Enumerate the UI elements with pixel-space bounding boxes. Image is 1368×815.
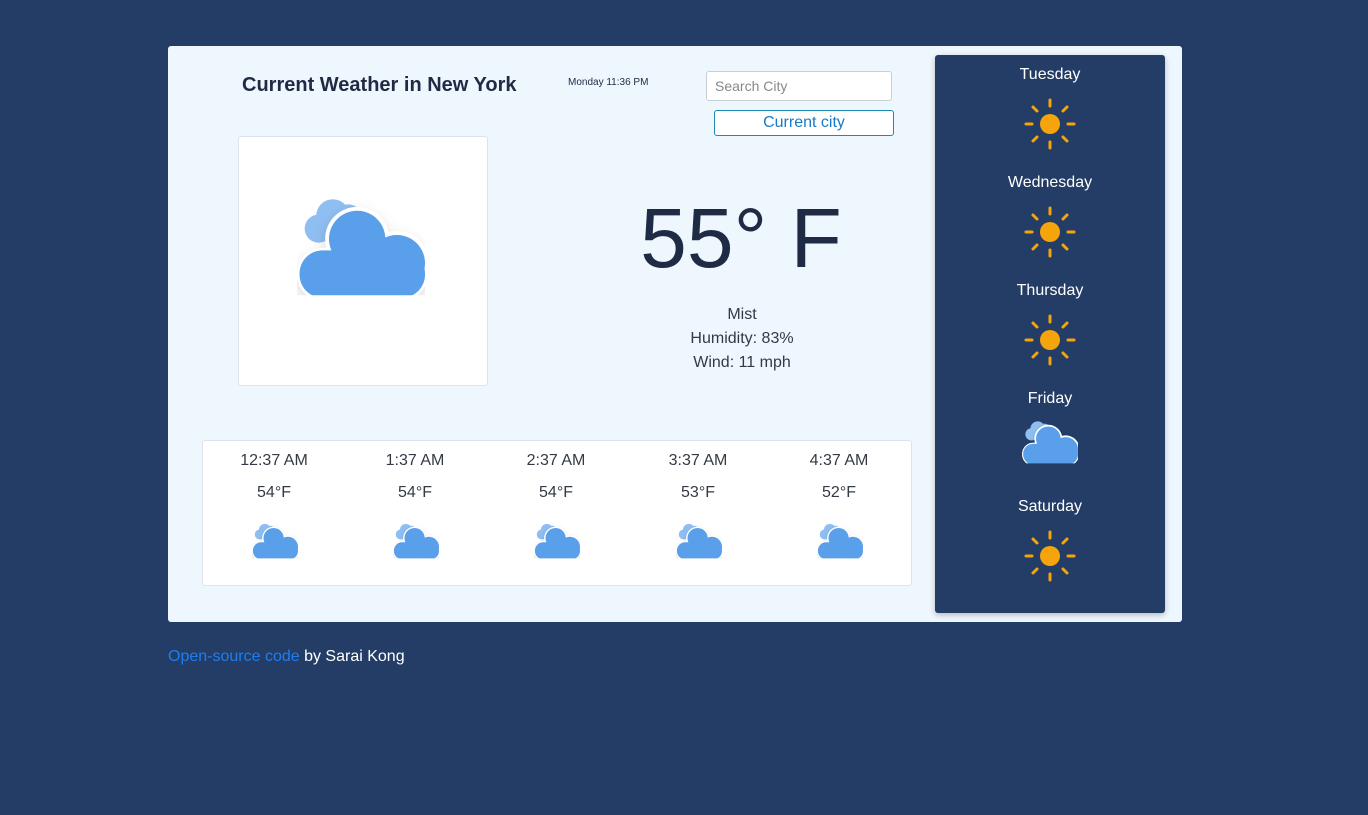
hourly-temp: 54°F <box>257 484 291 501</box>
forecast-day-name: Thursday <box>1016 282 1084 299</box>
forecast-day: Tuesday <box>935 55 1165 155</box>
hourly-time: 2:37 AM <box>526 452 586 469</box>
weather-description: Mist <box>727 306 757 323</box>
sun-icon <box>1024 98 1076 150</box>
hourly-temp: 54°F <box>398 484 432 501</box>
footer-author-text: by Sarai Kong <box>299 648 405 665</box>
current-datetime: Monday 11:36 PM <box>568 77 649 88</box>
partly-cloudy-icon <box>252 521 298 559</box>
footer: Open-source code by Sarai Kong <box>168 648 405 666</box>
page-title: Current Weather in New York <box>242 74 517 96</box>
humidity-text: Humidity: 83% <box>690 330 794 347</box>
forecast-day-name: Tuesday <box>1019 66 1081 83</box>
partly-cloudy-icon <box>534 521 580 559</box>
partly-cloudy-icon <box>817 521 863 559</box>
current-city-button[interactable]: Current city <box>714 110 894 136</box>
current-weather-icon-box <box>238 136 488 386</box>
partly-cloudy-icon <box>676 521 722 559</box>
hourly-time: 12:37 AM <box>240 452 308 469</box>
hourly-item: 2:37 AM 54°F <box>496 441 616 585</box>
sun-icon <box>1024 530 1076 582</box>
hourly-time: 4:37 AM <box>809 452 869 469</box>
hourly-time: 3:37 AM <box>668 452 728 469</box>
hourly-item: 1:37 AM 54°F <box>355 441 475 585</box>
sun-icon <box>1024 314 1076 366</box>
wind-text: Wind: 11 mph <box>693 354 791 371</box>
hourly-temp: 52°F <box>822 484 856 501</box>
hourly-forecast: 12:37 AM 54°F 1:37 AM 54°F 2:37 AM 54°F … <box>202 440 912 586</box>
sun-icon <box>1024 206 1076 258</box>
forecast-day: Wednesday <box>935 163 1165 263</box>
partly-cloudy-icon <box>297 189 425 299</box>
partly-cloudy-icon <box>1022 418 1078 464</box>
search-city-input[interactable] <box>706 71 892 101</box>
weather-card: Current Weather in New York Monday 11:36… <box>168 46 1182 622</box>
hourly-time: 1:37 AM <box>385 452 445 469</box>
current-temperature: 55° F <box>640 191 842 285</box>
hourly-temp: 53°F <box>681 484 715 501</box>
hourly-temp: 54°F <box>539 484 573 501</box>
hourly-item: 3:37 AM 53°F <box>638 441 758 585</box>
forecast-day-name: Friday <box>1027 390 1073 407</box>
forecast-day: Thursday <box>935 271 1165 371</box>
hourly-item: 12:37 AM 54°F <box>214 441 334 585</box>
forecast-day-name: Saturday <box>1017 498 1083 515</box>
forecast-day: Saturday <box>935 487 1165 587</box>
partly-cloudy-icon <box>393 521 439 559</box>
forecast-day-name: Wednesday <box>1007 174 1093 191</box>
daily-forecast-panel: Tuesday Wednesday Thursday Friday Saturd… <box>935 55 1165 613</box>
forecast-day: Friday <box>935 379 1165 479</box>
open-source-link[interactable]: Open-source code <box>168 648 300 665</box>
hourly-item: 4:37 AM 52°F <box>779 441 899 585</box>
